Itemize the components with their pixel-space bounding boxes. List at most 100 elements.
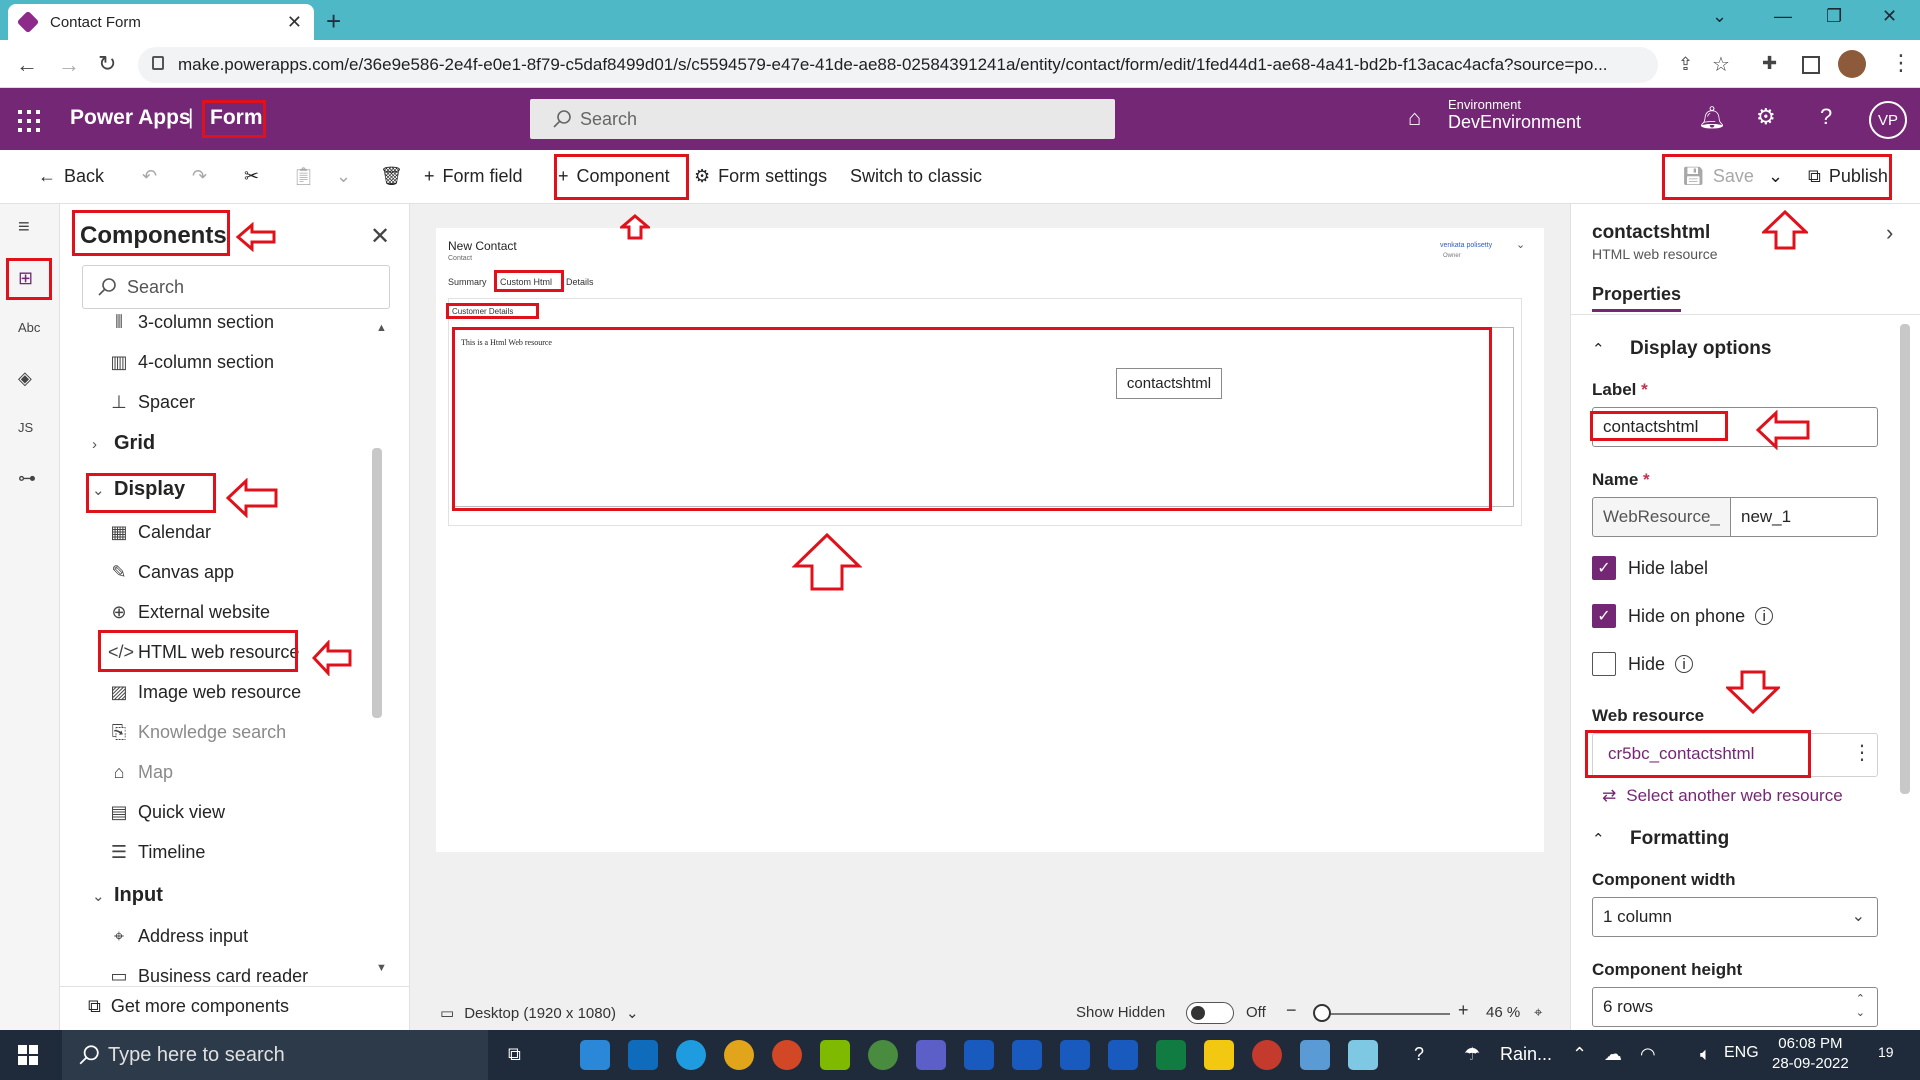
excel-icon[interactable] [1156,1040,1186,1070]
component-calendar[interactable]: ▦Calendar [108,522,211,543]
section-formatting[interactable]: ⌃Formatting [1592,828,1729,850]
menu-kebab-icon[interactable]: ⋮ [1890,50,1912,76]
taskbar-search[interactable]: Type here to search [62,1030,488,1080]
form-settings-button[interactable]: ⚙Form settings [694,166,827,187]
app-grid-icon[interactable] [820,1040,850,1070]
component-external-website[interactable]: ⊕External website [108,602,270,623]
component-image-web-resource[interactable]: ▨Image web resource [108,682,301,703]
component-width-dropdown[interactable]: 1 column⌄ [1592,897,1878,937]
more-options-icon[interactable]: ⋮ [1852,740,1872,765]
component-height-stepper[interactable]: 6 rows⌃⌄ [1592,987,1878,1027]
hide-checkbox[interactable]: Hidei [1592,652,1693,676]
html-web-resource-area[interactable] [454,327,1514,507]
stepper-arrows-icon[interactable]: ⌃⌄ [1856,992,1865,1020]
word-icon[interactable] [1060,1040,1090,1070]
undo-icon[interactable]: ↶ [142,166,157,187]
close-panel-icon[interactable]: ✕ [370,222,390,251]
publish-button[interactable]: ⧉Publish [1808,166,1888,187]
onedrive-icon[interactable]: ☁ [1604,1044,1622,1065]
app-icon[interactable] [1252,1040,1282,1070]
back-nav-icon[interactable]: ← [16,52,38,78]
extensions-icon[interactable]: ✚ [1762,53,1777,74]
close-window-icon[interactable]: ✕ [1882,6,1897,27]
paste-icon[interactable]: 📋︎ [292,166,315,187]
components-search-input[interactable]: Search [82,265,390,309]
save-button[interactable]: 💾︎Save [1682,166,1754,187]
info-icon[interactable]: i [1755,607,1773,625]
word-icon[interactable] [1108,1040,1138,1070]
get-more-components-link[interactable]: ⧉Get more components [88,996,289,1017]
url-field[interactable]: make.powerapps.com/e/36e9e586-2e4f-e0e1-… [138,47,1658,83]
task-view-icon[interactable]: ⧉ [508,1044,521,1065]
component-canvas-app[interactable]: ✎Canvas app [108,562,234,583]
component-address-input[interactable]: ⌖Address input [108,926,248,947]
select-another-web-resource-link[interactable]: ⇄Select another web resource [1602,786,1843,806]
help-icon[interactable]: ? [1820,104,1832,130]
owner-name[interactable]: venkata polisetty [1440,242,1492,249]
components-icon[interactable]: ⊞ [18,268,33,289]
sidebar-icon[interactable] [1802,56,1820,74]
hide-label-checkbox[interactable]: ✓Hide label [1592,556,1708,580]
component-knowledge-search[interactable]: ⎘Knowledge search [108,722,286,743]
outlook-icon[interactable] [628,1040,658,1070]
zoom-slider-knob[interactable] [1313,1004,1331,1022]
file-explorer-icon[interactable] [1204,1040,1234,1070]
table-columns-icon[interactable]: Abc [18,320,40,335]
chevron-right-icon[interactable]: › [1886,220,1893,246]
new-tab-icon[interactable]: + [326,6,341,37]
delete-icon[interactable]: 🗑︎ [380,166,403,187]
info-icon[interactable]: i [1675,655,1693,673]
component-html-web-resource[interactable]: </>HTML web resource [108,642,299,663]
fit-to-width-icon[interactable]: ⌖ [1534,1004,1542,1021]
help-icon[interactable]: ? [1414,1044,1424,1065]
app-icon[interactable] [1348,1040,1378,1070]
hamburger-menu-icon[interactable]: ≡ [18,216,30,239]
weather-text[interactable]: Rain... [1500,1044,1552,1065]
notification-center-icon[interactable]: 19 [1878,1044,1894,1060]
tray-expand-icon[interactable]: ⌃ [1572,1044,1587,1065]
component-button[interactable]: +Component [558,166,670,187]
back-button[interactable]: ←Back [38,166,104,187]
edge-icon[interactable] [676,1040,706,1070]
taskbar-app-icon[interactable] [580,1040,610,1070]
group-grid[interactable]: ›Grid [92,432,155,455]
label-input[interactable]: contactshtml [1592,407,1878,447]
app-launcher-icon[interactable] [18,110,40,132]
zoom-out-icon[interactable]: − [1286,1000,1297,1021]
header-chevron-icon[interactable]: ⌄ [1516,238,1525,251]
wifi-icon[interactable]: ◠ [1640,1044,1656,1065]
redo-icon[interactable]: ↷ [192,166,207,187]
restore-icon[interactable]: ❐ [1826,6,1842,27]
zoom-in-icon[interactable]: + [1458,1000,1469,1021]
close-tab-icon[interactable]: ✕ [287,12,302,33]
cut-icon[interactable]: ✂ [244,166,259,187]
browser-tab[interactable]: Contact Form ✕ [8,4,314,40]
minimize-icon[interactable]: — [1774,6,1792,27]
component-quick-view[interactable]: ▤Quick view [108,802,225,823]
web-resource-value[interactable]: cr5bc_contactshtml [1608,744,1754,764]
component-4-column-section[interactable]: ▥4-column section [108,352,274,373]
scroll-down-icon[interactable]: ▼ [376,962,387,974]
group-display[interactable]: ⌄Display [92,478,185,501]
component-3-column-section[interactable]: ⫴3-column section [108,312,274,333]
forward-nav-icon[interactable]: → [58,52,80,78]
components-scrollbar[interactable] [372,448,382,718]
form-field-button[interactable]: +Form field [424,166,523,187]
windows-start-icon[interactable] [18,1045,38,1065]
tab-properties[interactable]: Properties [1592,284,1681,312]
environment-picker[interactable]: Environment DevEnvironment [1448,97,1581,133]
hide-on-phone-checkbox[interactable]: ✓Hide on phonei [1592,604,1773,628]
chrome-active-icon[interactable] [868,1040,898,1070]
section-display-options[interactable]: ⌃Display options [1592,338,1771,360]
switch-classic-button[interactable]: Switch to classic [850,166,982,187]
form-tab-details[interactable]: Details [566,277,594,287]
profile-avatar[interactable] [1838,50,1866,78]
show-hidden-toggle[interactable] [1186,1002,1234,1024]
tree-view-icon[interactable]: ◈ [18,368,32,389]
component-business-card-reader[interactable]: ▭Business card reader [108,966,308,982]
business-rules-icon[interactable]: ⊶ [18,468,36,489]
clock[interactable]: 06:08 PM 28-09-2022 [1772,1034,1849,1074]
teams-icon[interactable] [916,1040,946,1070]
language-indicator[interactable]: ENG [1724,1044,1759,1062]
save-dropdown-icon[interactable]: ⌄ [1768,166,1783,187]
